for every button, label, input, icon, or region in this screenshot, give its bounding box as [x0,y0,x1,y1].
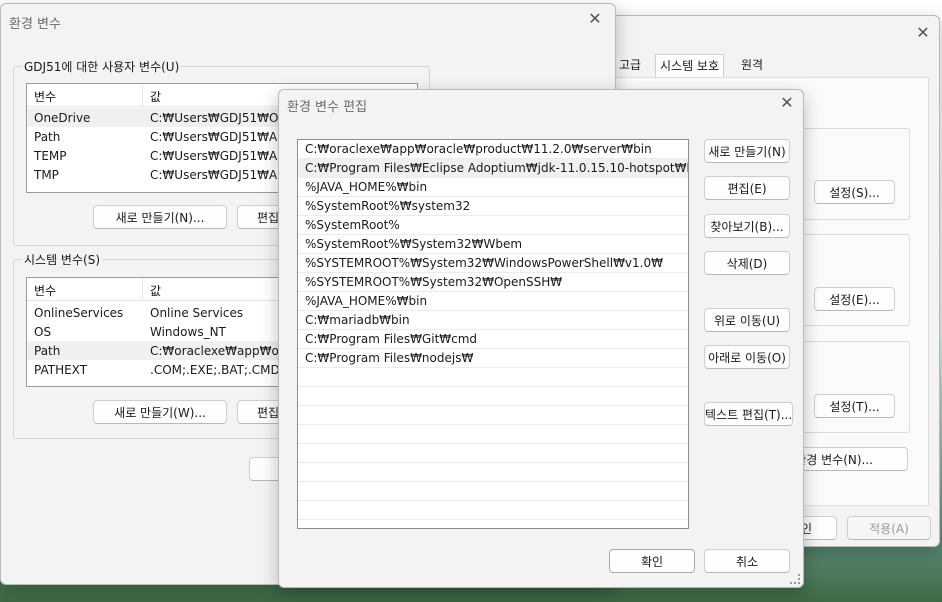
column-header-variable[interactable]: 변수 [34,88,56,105]
apply-button[interactable]: 적용(A) [847,516,931,540]
edit-environment-variable-dialog: 환경 변수 편집 ✕ C:₩oraclexe₩app₩oracle₩produc… [278,89,804,588]
column-divider [142,278,143,300]
list-item[interactable]: C:₩oraclexe₩app₩oracle₩product₩11.2.0₩se… [298,140,688,159]
edit-text-button[interactable]: 텍스트 편집(T)... [704,402,793,426]
variable-name: TEMP [34,149,67,163]
tab-advanced[interactable]: 고급 [615,54,645,76]
empty-row[interactable] [298,368,688,387]
variable-name: OneDrive [34,111,91,125]
edit-path-button[interactable]: 편집(E) [704,176,790,200]
cancel-button[interactable]: 취소 [704,549,790,573]
path-text: C:₩mariadb₩bin [305,313,410,327]
path-text: %SystemRoot% [305,218,400,232]
move-down-button[interactable]: 아래로 이동(O) [704,345,790,369]
empty-row[interactable] [298,425,688,444]
list-item[interactable]: %SYSTEMROOT%₩System32₩WindowsPowerShell₩… [298,254,688,273]
startup-recovery-settings-button[interactable]: 설정(T)... [814,394,895,418]
empty-row[interactable] [298,406,688,425]
path-text: %JAVA_HOME%₩bin [305,294,428,308]
tab-system-protection[interactable]: 시스템 보호 [655,54,725,78]
list-item[interactable]: %JAVA_HOME%₩bin [298,178,688,197]
user-profiles-settings-button[interactable]: 설정(E)... [814,287,895,311]
variable-name: OnlineServices [34,306,124,320]
resize-grip-icon[interactable] [790,574,800,584]
list-item[interactable]: C:₩mariadb₩bin [298,311,688,330]
variable-name: OS [34,325,52,339]
performance-settings-button[interactable]: 설정(S)... [814,180,895,204]
list-item[interactable]: C:₩Program Files₩Git₩cmd [298,330,688,349]
dialog-title: 환경 변수 편집 [287,100,368,115]
variable-value: Windows_NT [150,325,226,339]
browse-button[interactable]: 찾아보기(B)... [704,214,790,238]
performance-group [798,128,910,220]
list-item[interactable]: C:₩Program Files₩Eclipse Adoptium₩jdk-11… [298,159,688,178]
path-text: C:₩oraclexe₩app₩oracle₩product₩11.2.0₩se… [305,142,652,156]
empty-row[interactable] [298,463,688,482]
window-title: 환경 변수 [9,17,61,32]
column-header-value[interactable]: 값 [150,88,161,105]
new-path-button[interactable]: 새로 만들기(N) [704,139,790,163]
list-item[interactable]: %SystemRoot%₩System32₩Wbem [298,235,688,254]
path-text: C:₩Program Files₩nodejs₩ [305,351,474,365]
path-text: C:₩Program Files₩Git₩cmd [305,332,478,346]
system-new-button[interactable]: 새로 만들기(W)... [93,400,227,424]
user-new-button[interactable]: 새로 만들기(N)... [93,205,227,229]
variable-name: Path [34,344,61,358]
column-header-variable[interactable]: 변수 [34,282,56,299]
move-up-button[interactable]: 위로 이동(U) [704,308,790,332]
user-profiles-group [798,234,910,326]
close-icon[interactable]: ✕ [583,8,607,30]
path-text: %SYSTEMROOT%₩System32₩WindowsPowerShell₩… [305,256,663,270]
group-title: 시스템 변수(S) [22,251,102,268]
empty-row[interactable] [298,482,688,501]
close-icon[interactable]: ✕ [911,22,935,44]
tab-strip: 고급 시스템 보호 원격 [611,54,841,78]
empty-row[interactable] [298,501,688,520]
ok-button[interactable]: 확인 [609,549,695,573]
variable-name: PATHEXT [34,363,88,377]
empty-row[interactable] [298,444,688,463]
variable-value: Online Services [150,306,244,320]
group-title: GDJ51에 대한 사용자 변수(U) [22,58,182,75]
path-text: %SystemRoot%₩system32 [305,199,471,213]
path-text: %SystemRoot%₩System32₩Wbem [305,237,523,251]
column-header-value[interactable]: 값 [150,282,161,299]
variable-value: .COM;.EXE;.BAT;.CMD;.V [150,363,296,377]
empty-row[interactable] [298,387,688,406]
path-text: %JAVA_HOME%₩bin [305,180,428,194]
list-item[interactable]: %SystemRoot%₩system32 [298,197,688,216]
list-item[interactable]: %SystemRoot% [298,216,688,235]
list-item[interactable]: %JAVA_HOME%₩bin [298,292,688,311]
variable-name: TMP [34,168,59,182]
list-item[interactable]: C:₩Program Files₩nodejs₩ [298,349,688,368]
list-item[interactable]: %SYSTEMROOT%₩System32₩OpenSSH₩ [298,273,688,292]
startup-recovery-group [798,341,910,433]
variable-name: Path [34,130,61,144]
path-text: %SYSTEMROOT%₩System32₩OpenSSH₩ [305,275,563,289]
tab-remote[interactable]: 원격 [737,54,767,76]
close-icon[interactable]: ✕ [775,92,799,114]
path-entries-list[interactable]: C:₩oraclexe₩app₩oracle₩product₩11.2.0₩se… [297,139,689,529]
delete-path-button[interactable]: 삭제(D) [704,251,790,275]
column-divider [142,84,143,106]
path-text: C:₩Program Files₩Eclipse Adoptium₩jdk-11… [305,161,689,175]
